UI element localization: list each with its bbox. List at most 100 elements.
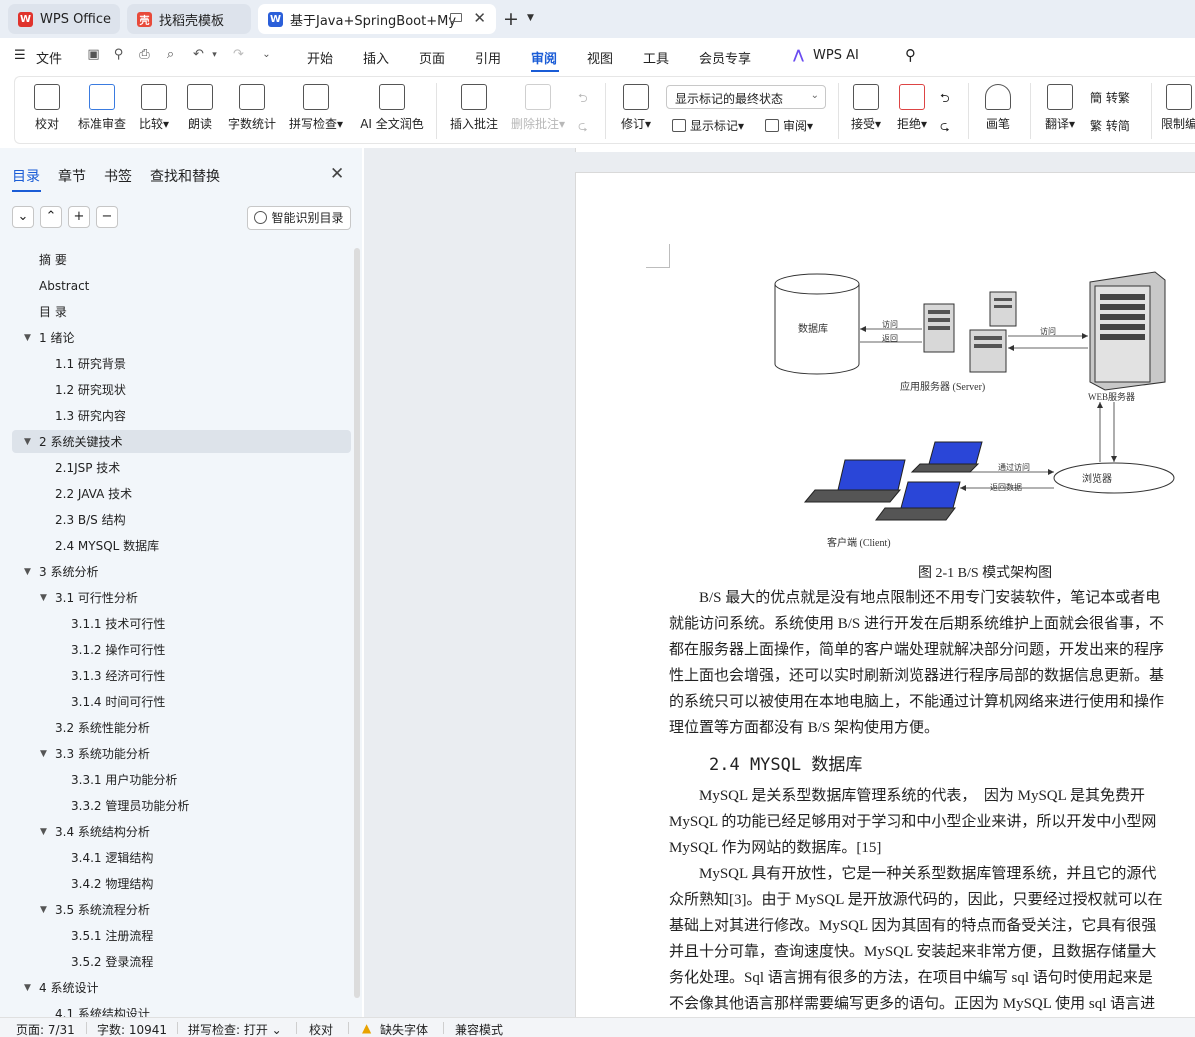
close-icon[interactable]: ✕ — [330, 164, 344, 184]
review-pane-button[interactable]: 审阅▾ — [765, 117, 813, 134]
tab-current-document[interactable]: W 基于Java+SpringBoot+My ✕ — [258, 4, 496, 34]
menu-insert[interactable]: 插入 — [363, 48, 389, 67]
translate-button[interactable]: 翻译▾ — [1041, 84, 1079, 132]
tab-wps-office[interactable]: W WPS Office — [8, 4, 120, 34]
toc-item[interactable]: ▼ 2 系统关键技术 — [0, 430, 352, 454]
toc-item[interactable]: 3.2 系统性能分析 — [0, 716, 352, 740]
toc-item[interactable]: 1.1 研究背景 — [0, 352, 352, 376]
accept-button[interactable]: 接受▾ — [847, 84, 885, 132]
track-changes-button[interactable]: 修订▾ — [617, 84, 655, 132]
previous-change-icon[interactable]: ⮌ — [940, 89, 950, 110]
toc-item[interactable]: 3.1.2 操作可行性 — [0, 638, 352, 662]
missing-font-status[interactable]: 缺失字体 — [380, 1021, 428, 1037]
to-traditional-button[interactable]: 簡 转繁 — [1090, 89, 1130, 106]
more-chevron-icon[interactable]: ⌄ — [258, 47, 275, 63]
toc-item[interactable]: ▼ 3.3 系统功能分析 — [0, 742, 352, 766]
toc-item[interactable]: 3.5.1 注册流程 — [0, 924, 352, 948]
insert-comment-button[interactable]: 插入批注 — [447, 84, 501, 132]
chevron-down-icon[interactable]: ▾ — [206, 47, 223, 63]
toc-item[interactable]: 3.4.2 物理结构 — [0, 872, 352, 896]
expand-toggle-icon[interactable]: ▼ — [24, 976, 31, 1000]
screen-icon[interactable] — [450, 13, 462, 22]
markup-display-select[interactable]: 显示标记的最终状态 ⌄ — [666, 85, 826, 109]
word-count-status[interactable]: 字数: 10941 — [97, 1021, 167, 1037]
toc-item[interactable]: 2.4 MYSQL 数据库 — [0, 534, 352, 558]
spell-check-status[interactable]: 拼写检查: 打开 ⌄ — [188, 1021, 282, 1037]
toc-item[interactable]: ▼ 3.4 系统结构分析 — [0, 820, 352, 844]
toc-item[interactable]: 2.1JSP 技术 — [0, 456, 352, 480]
toc-item[interactable]: 3.3.1 用户功能分析 — [0, 768, 352, 792]
expand-toggle-icon[interactable]: ▼ — [24, 326, 31, 350]
menu-tools[interactable]: 工具 — [643, 48, 669, 67]
new-tab-icon[interactable]: + — [503, 8, 519, 30]
add-heading-button[interactable]: + — [68, 206, 90, 228]
chevron-down-icon[interactable]: ▼ — [527, 13, 534, 23]
menu-page[interactable]: 页面 — [419, 48, 445, 67]
delete-comment-button[interactable]: 删除批注▾ — [509, 84, 567, 132]
toc-item[interactable]: 3.3.2 管理员功能分析 — [0, 794, 352, 818]
expand-toggle-icon[interactable]: ▼ — [40, 898, 47, 922]
ai-polish-button[interactable]: AI 全文润色 — [357, 84, 427, 132]
expand-toggle-icon[interactable]: ▼ — [40, 742, 47, 766]
save-icon[interactable]: ▣ — [85, 47, 102, 63]
nav-tab-find-replace[interactable]: 查找和替换 — [150, 166, 220, 186]
toc-item[interactable]: 3.1.4 时间可行性 — [0, 690, 352, 714]
print-preview-icon[interactable]: ⌕ — [162, 47, 179, 63]
toc-item[interactable]: 摘 要 — [0, 248, 352, 272]
toc-item[interactable]: 3.1.1 技术可行性 — [0, 612, 352, 636]
menu-view[interactable]: 视图 — [587, 48, 613, 67]
link-icon[interactable]: ⚲ — [110, 47, 127, 63]
toc-item[interactable]: ▼ 4 系统设计 — [0, 976, 352, 1000]
proof-status[interactable]: 校对 — [309, 1021, 333, 1037]
show-markup-button[interactable]: 显示标记▾ — [672, 117, 744, 134]
expand-toggle-icon[interactable]: ▼ — [40, 586, 47, 610]
nav-tab-sections[interactable]: 章节 — [58, 166, 86, 186]
toc-item[interactable]: 目 录 — [0, 300, 352, 324]
expand-toggle-icon[interactable]: ▼ — [40, 820, 47, 844]
toc-scrollbar[interactable] — [354, 248, 360, 998]
close-tab-icon[interactable]: ✕ — [473, 9, 486, 27]
search-icon[interactable]: ⚲ — [905, 46, 916, 64]
toc-item[interactable]: 2.2 JAVA 技术 — [0, 482, 352, 506]
toc-item[interactable]: ▼ 3.5 系统流程分析 — [0, 898, 352, 922]
toc-item[interactable]: 1.2 研究现状 — [0, 378, 352, 402]
toc-item[interactable]: 4.1 系统结构设计 — [0, 1002, 352, 1017]
spell-check-button[interactable]: 拼写检查▾ — [287, 84, 345, 132]
to-simplified-button[interactable]: 繁 转简 — [1090, 117, 1130, 134]
ai-toc-button[interactable]: 智能识别目录 — [247, 206, 351, 230]
compare-button[interactable]: 比较▾ — [135, 84, 173, 132]
read-aloud-button[interactable]: 朗读 — [185, 84, 215, 132]
pen-button[interactable]: 画笔 — [983, 84, 1013, 132]
menu-member[interactable]: 会员专享 — [699, 48, 751, 67]
expand-all-button[interactable]: ⌄ — [12, 206, 34, 228]
proofread-button[interactable]: 校对 — [31, 84, 63, 132]
remove-heading-button[interactable]: − — [96, 206, 118, 228]
tab-docer-templates[interactable]: 壳 找稻壳模板 — [127, 4, 251, 34]
toc-item[interactable]: 3.1.3 经济可行性 — [0, 664, 352, 688]
expand-toggle-icon[interactable]: ▼ — [24, 560, 31, 584]
menu-wps-ai[interactable]: WPS AI — [813, 48, 859, 63]
restrict-edit-button[interactable]: 限制编 — [1161, 84, 1195, 132]
reject-button[interactable]: 拒绝▾ — [893, 84, 931, 132]
menu-start[interactable]: 开始 — [307, 48, 333, 67]
hamburger-icon[interactable]: ☰ — [14, 48, 26, 63]
toc-item[interactable]: ▼ 3.1 可行性分析 — [0, 586, 352, 610]
nav-tab-toc[interactable]: 目录 — [12, 166, 40, 186]
toc-item[interactable]: Abstract — [0, 274, 352, 298]
toc-item[interactable]: ▼ 1 绪论 — [0, 326, 352, 350]
page-indicator[interactable]: 页面: 7/31 — [16, 1021, 75, 1037]
nav-tab-bookmarks[interactable]: 书签 — [104, 166, 132, 186]
menu-file[interactable]: 文件 — [36, 48, 62, 67]
toc-item[interactable]: 2.3 B/S 结构 — [0, 508, 352, 532]
redo-icon[interactable]: ↷ — [230, 47, 247, 63]
word-count-button[interactable]: 字数统计 — [227, 84, 277, 132]
next-comment-icon[interactable]: ⮎ — [578, 117, 588, 138]
menu-references[interactable]: 引用 — [475, 48, 501, 67]
menu-review[interactable]: 审阅 — [531, 48, 557, 67]
toc-item[interactable]: 1.3 研究内容 — [0, 404, 352, 428]
toc-item[interactable]: 3.4.1 逻辑结构 — [0, 846, 352, 870]
standard-review-button[interactable]: 标准审查 — [75, 84, 129, 132]
print-icon[interactable]: ⎙ — [136, 47, 153, 63]
next-change-icon[interactable]: ⮎ — [940, 117, 950, 138]
toc-item[interactable]: ▼ 3 系统分析 — [0, 560, 352, 584]
